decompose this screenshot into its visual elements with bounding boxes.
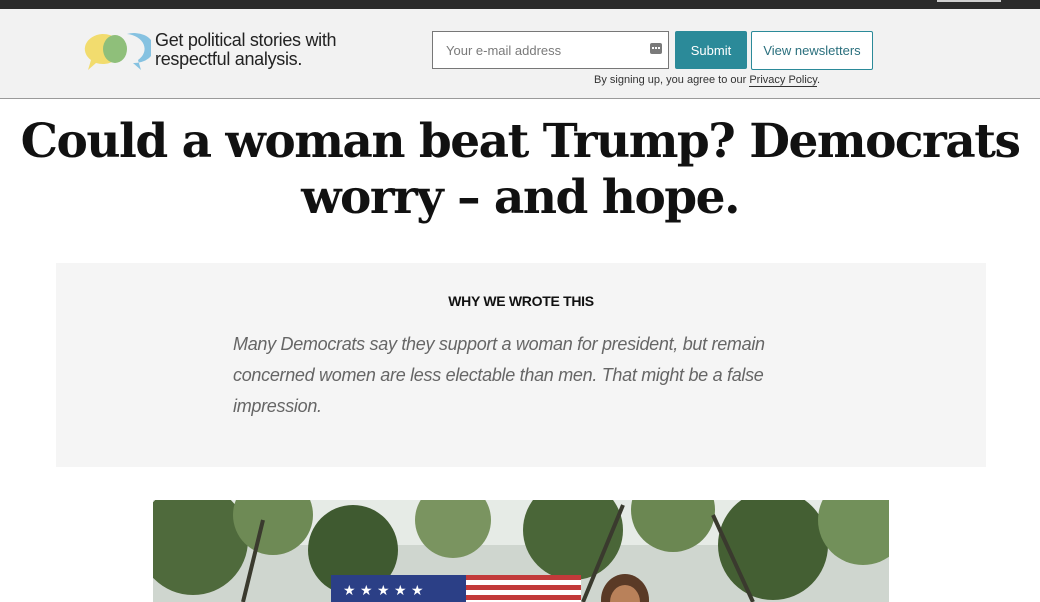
privacy-notice-text: By signing up, you agree to our (594, 74, 747, 86)
privacy-policy-link[interactable]: Privacy Policy (749, 74, 817, 87)
top-bar-tab[interactable] (937, 0, 1001, 2)
view-newsletters-button[interactable]: View newsletters (751, 31, 873, 70)
why-we-wrote-this-title: WHY WE WROTE THIS (448, 293, 594, 309)
privacy-notice-period: . (816, 74, 821, 86)
privacy-notice: By signing up, you agree to our Privacy … (594, 74, 821, 87)
why-we-wrote-this-text: Many Democrats say they support a woman … (233, 334, 765, 416)
top-bar (0, 0, 1040, 9)
why-we-wrote-this-box: WHY WE WROTE THIS Many Democrats say the… (56, 263, 986, 467)
email-input[interactable] (433, 32, 643, 68)
email-field[interactable] (432, 31, 669, 69)
article-headline: Could a woman beat Trump? Democrats worr… (20, 114, 1021, 225)
article-photo-image: ★ ★ ★ ★ ★ (153, 500, 889, 602)
svg-text:★ ★ ★ ★ ★: ★ ★ ★ ★ ★ (343, 583, 424, 599)
submit-button[interactable]: Submit (675, 31, 747, 69)
article-photo[interactable]: ★ ★ ★ ★ ★ (153, 500, 889, 602)
keyboard-icon[interactable] (650, 43, 662, 54)
newsletter-signup-bar: Get political stories with respectful an… (0, 9, 1040, 99)
signup-tagline: Get political stories with respectful an… (155, 30, 337, 69)
speech-bubbles-logo (84, 33, 151, 70)
